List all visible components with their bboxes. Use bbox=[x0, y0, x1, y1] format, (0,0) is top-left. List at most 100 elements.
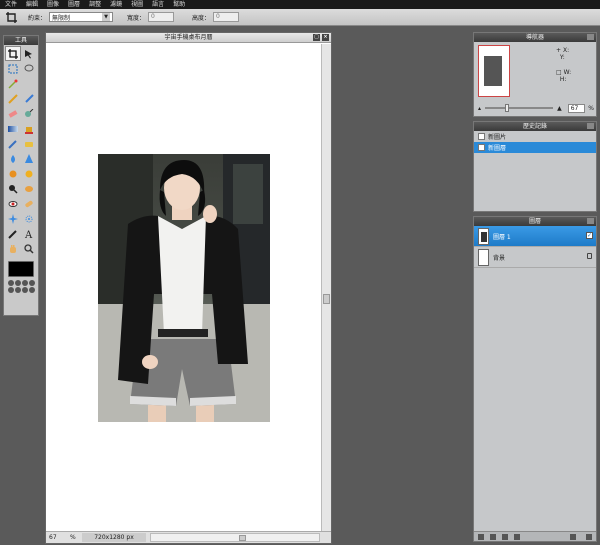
bucket-icon bbox=[25, 126, 33, 134]
zoom-lens-tool[interactable] bbox=[5, 181, 21, 196]
spot-heal-tool[interactable] bbox=[21, 196, 37, 211]
menu-adjust[interactable]: 調整 bbox=[89, 0, 101, 9]
height-input[interactable]: 0 bbox=[213, 12, 240, 22]
menu-edit[interactable]: 編輯 bbox=[26, 0, 38, 9]
minimize-icon[interactable] bbox=[587, 123, 594, 129]
pinch-tool[interactable] bbox=[21, 211, 37, 226]
lock-icon bbox=[587, 253, 592, 259]
redeye-tool[interactable] bbox=[5, 196, 21, 211]
bloat-tool[interactable] bbox=[5, 211, 21, 226]
menu-language[interactable]: 語言 bbox=[152, 0, 164, 9]
wand-tool[interactable] bbox=[5, 76, 21, 91]
history-title: 歷史記錄 bbox=[474, 122, 596, 131]
marquee-tool[interactable] bbox=[5, 61, 21, 76]
burn-tool[interactable] bbox=[21, 166, 37, 181]
layer-settings-icon[interactable] bbox=[502, 533, 508, 540]
swatch-dot-icon bbox=[14, 280, 21, 286]
width-input[interactable]: 0 bbox=[148, 12, 175, 22]
zoom-slider[interactable] bbox=[485, 104, 554, 112]
history-item[interactable]: 新圖片 bbox=[474, 131, 596, 142]
navigator-thumbnail[interactable] bbox=[478, 45, 510, 97]
layer-row-selected[interactable]: 圖層 1 ✓ bbox=[474, 226, 596, 247]
menu-help[interactable]: 幫助 bbox=[173, 0, 185, 9]
history-item-selected[interactable]: 新圖層 bbox=[474, 142, 596, 153]
lasso-tool[interactable] bbox=[21, 61, 37, 76]
scroll-thumb[interactable] bbox=[239, 535, 246, 541]
window-buttons: ▢ × bbox=[313, 34, 329, 41]
minimize-icon[interactable] bbox=[587, 34, 594, 40]
tool-grid: A bbox=[4, 45, 38, 257]
layer-mask-icon[interactable] bbox=[490, 533, 496, 540]
menu-view[interactable]: 視圖 bbox=[131, 0, 143, 9]
constraint-select[interactable]: 無限制 ▼ bbox=[49, 12, 114, 22]
move-tool[interactable] bbox=[21, 46, 37, 61]
width-label: 寬度： bbox=[127, 14, 146, 22]
swatch-dot-icon bbox=[21, 287, 28, 293]
thumbnail-image bbox=[484, 56, 502, 86]
menu-filter[interactable]: 濾鏡 bbox=[110, 0, 122, 9]
y-label: Y: bbox=[559, 54, 565, 61]
magnify-tool[interactable] bbox=[21, 241, 37, 256]
history-item-label: 新圖片 bbox=[488, 134, 507, 141]
brush-tool[interactable] bbox=[21, 91, 37, 106]
document-icon bbox=[478, 133, 485, 140]
layers-title-text: 圖層 bbox=[528, 218, 541, 225]
w-label: W: bbox=[563, 69, 572, 76]
swatch-dot-icon bbox=[7, 280, 14, 286]
visibility-checkbox[interactable]: ✓ bbox=[586, 232, 593, 239]
swatch-dot-icon bbox=[7, 287, 14, 293]
crop-tool[interactable] bbox=[5, 46, 21, 61]
picker-tool[interactable] bbox=[5, 136, 21, 151]
hand-tool[interactable] bbox=[5, 241, 21, 256]
close-icon[interactable]: × bbox=[322, 34, 329, 41]
document-title-bar[interactable]: 宇宙手機桌布月曆 ▢ × bbox=[46, 33, 331, 43]
zoom-input[interactable]: 67 bbox=[567, 103, 586, 113]
zoom-value[interactable]: 67 bbox=[46, 534, 70, 541]
gradient-icon bbox=[8, 125, 18, 132]
swatch-dot-icon bbox=[14, 287, 21, 293]
layer-style-icon[interactable] bbox=[478, 533, 484, 540]
color-replace-tool[interactable] bbox=[5, 226, 21, 241]
burn-icon bbox=[25, 170, 33, 177]
smudge-tool[interactable] bbox=[21, 136, 37, 151]
dodge-tool[interactable] bbox=[5, 166, 21, 181]
brush-icon bbox=[25, 93, 34, 103]
eraser-tool[interactable] bbox=[5, 106, 21, 121]
swatch-options[interactable] bbox=[4, 280, 38, 293]
foreground-color-swatch[interactable] bbox=[8, 261, 34, 277]
smudge-icon bbox=[25, 141, 33, 147]
vertical-scrollbar[interactable] bbox=[321, 44, 331, 532]
menu-bar: 文件 編輯 圖像 圖層 調整 濾鏡 視圖 語言 幫助 bbox=[0, 0, 600, 9]
history-title-text: 歷史記錄 bbox=[522, 123, 547, 130]
sponge-tool[interactable] bbox=[21, 181, 37, 196]
menu-layer[interactable]: 圖層 bbox=[68, 0, 80, 9]
text-icon: A bbox=[24, 230, 33, 239]
drop-icon bbox=[11, 154, 15, 163]
dodge-icon bbox=[9, 170, 17, 177]
chevron-down-icon: ▼ bbox=[102, 13, 111, 21]
layer-row[interactable]: 背景 bbox=[474, 247, 596, 268]
text-tool[interactable]: A bbox=[21, 226, 37, 241]
menu-file[interactable]: 文件 bbox=[5, 0, 17, 9]
slider-handle[interactable] bbox=[505, 104, 510, 112]
size-icon: □ bbox=[556, 69, 562, 76]
wand-icon bbox=[8, 79, 18, 89]
layer-adjust-icon[interactable] bbox=[514, 533, 520, 540]
zoom-icon bbox=[9, 184, 18, 194]
swatch-dot-icon bbox=[21, 280, 28, 286]
maximize-icon[interactable]: ▢ bbox=[313, 34, 320, 41]
horizontal-scrollbar[interactable] bbox=[150, 533, 320, 542]
scroll-thumb[interactable] bbox=[323, 294, 330, 304]
mountain-small-icon: ▴ bbox=[478, 104, 482, 112]
bloat-icon bbox=[8, 213, 18, 224]
blur-tool[interactable] bbox=[5, 151, 21, 166]
sharpen-tool[interactable] bbox=[21, 151, 37, 166]
menu-image[interactable]: 圖像 bbox=[47, 0, 59, 9]
delete-layer-icon[interactable] bbox=[586, 533, 592, 540]
minimize-icon[interactable] bbox=[587, 218, 594, 224]
new-layer-icon[interactable] bbox=[570, 533, 576, 540]
gradient-tool[interactable] bbox=[5, 121, 21, 136]
bucket-tool[interactable] bbox=[21, 121, 37, 136]
clone-tool[interactable] bbox=[21, 106, 37, 121]
pencil-tool[interactable] bbox=[5, 91, 21, 106]
